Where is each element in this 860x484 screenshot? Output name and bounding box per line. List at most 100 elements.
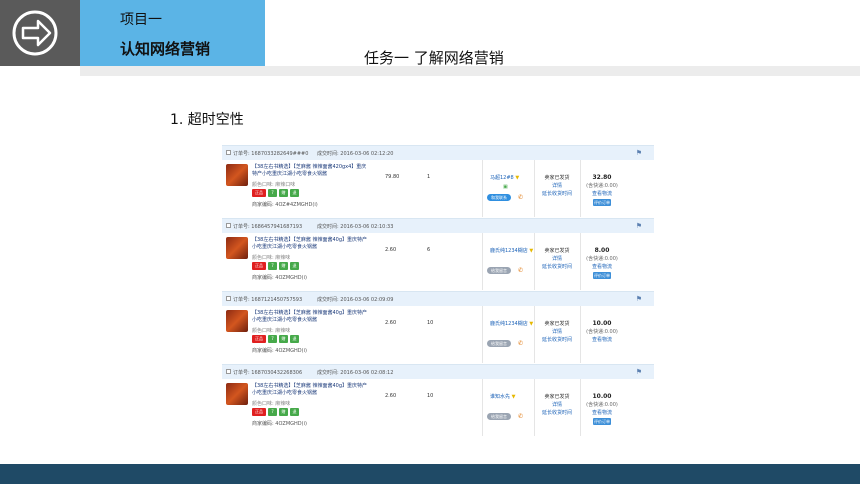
status-text: 卖家已发货 (544, 248, 570, 254)
buyer-label[interactable]: 谁知水先 (490, 394, 510, 400)
buyer-name[interactable]: 马超12#8 ▼ (490, 174, 519, 181)
column-divider (534, 160, 535, 217)
order-row: 订单号: 1687121450757593 成交时间: 2016-03-06 0… (222, 291, 654, 363)
order-checkbox[interactable] (226, 296, 231, 301)
unit-price: 2.60 (385, 393, 397, 399)
flag-icon[interactable]: ⚑ (636, 222, 642, 230)
logistics-link[interactable]: 查看物流 (582, 263, 622, 271)
buyer-label[interactable]: 马超12#8 (490, 175, 514, 181)
tag-genuine: 正品 (252, 408, 266, 416)
logistics-link[interactable]: 查看物流 (582, 409, 622, 417)
tag-return: 退 (290, 189, 299, 197)
column-divider (580, 233, 581, 290)
buyer-name[interactable]: 鹿氏纯1234糊店 ▼ (490, 247, 533, 254)
order-status: 卖家已发货 详情 延长收货时间 (537, 247, 577, 271)
total-amount: 8.00 (594, 247, 610, 254)
service-tags: 正品 7 赠 退 (252, 262, 299, 270)
order-status: 卖家已发货 详情 延长收货时间 (537, 320, 577, 344)
star-icon: ▼ (529, 248, 534, 254)
buyer-name[interactable]: 鹿氏纯1234糊店 ▼ (490, 320, 533, 327)
phone-icon[interactable]: ✆ (518, 413, 523, 420)
logistics-link[interactable]: 查看物流 (582, 190, 622, 198)
total-amount: 10.00 (592, 393, 612, 400)
product-name[interactable]: 【38左右书精选】【芝麻酱 辣辣面酱40g】重庆特产小吃重庆江湖小吃零食火锅酱 (252, 237, 370, 251)
product-thumbnail[interactable] (226, 164, 248, 186)
flag-icon[interactable]: ⚑ (636, 368, 642, 376)
order-checkbox[interactable] (226, 150, 231, 155)
order-total: 10.00 (含快递:0.00) 查看物流 评价订单 (582, 393, 622, 426)
arrow-right-circle-icon (12, 10, 58, 56)
flag-icon[interactable]: ⚑ (636, 149, 642, 157)
tag-seven-day: 7 (268, 408, 277, 416)
tag-seven-day: 7 (268, 262, 277, 270)
order-checkbox[interactable] (226, 223, 231, 228)
extend-receipt-link[interactable]: 延长收货时间 (537, 336, 577, 344)
product-thumbnail[interactable] (226, 237, 248, 259)
product-variant: 颜色口味: 麻辣味 (252, 328, 291, 334)
product-code: 商家编码: 4OZ#4ZMGHD(i) (252, 202, 318, 208)
star-icon: ▼ (515, 175, 520, 181)
unit-price: 2.60 (385, 320, 397, 326)
extend-receipt-link[interactable]: 延长收货时间 (537, 409, 577, 417)
column-divider (482, 160, 483, 217)
tag-genuine: 正品 (252, 262, 266, 270)
buyer-label[interactable]: 鹿氏纯1234糊店 (490, 321, 528, 327)
project-label: 项目一 (120, 12, 162, 28)
review-button[interactable]: 评价订单 (593, 272, 611, 279)
order-row: 订单号: 1686457941687193 成交时间: 2016-03-06 0… (222, 218, 654, 290)
details-link[interactable]: 详情 (537, 255, 577, 263)
product-name[interactable]: 【38左右书精选】【芝麻酱 辣辣面酱40g】重庆特产小吃重庆江湖小吃零食火锅酱 (252, 310, 370, 324)
order-time: 成交时间: 2016-03-06 02:08:12 (317, 370, 394, 376)
flag-icon[interactable]: ⚑ (636, 295, 642, 303)
contact-button[interactable]: 和我联系 (487, 194, 511, 201)
phone-icon[interactable]: ✆ (518, 267, 523, 274)
column-divider (580, 379, 581, 436)
quantity: 10 (427, 393, 434, 399)
extend-receipt-link[interactable]: 延长收货时间 (537, 190, 577, 198)
product-code: 商家编码: 4OZMGHD(i) (252, 275, 307, 281)
contact-button[interactable]: 给我留言 (487, 413, 511, 420)
review-button[interactable]: 评价订单 (593, 199, 611, 206)
section-title: 1. 超时空性 (170, 112, 244, 128)
unit-price: 79.80 (385, 174, 400, 180)
details-link[interactable]: 详情 (537, 401, 577, 409)
tag-return: 退 (290, 335, 299, 343)
shipping-note: (含快递:0.00) (586, 256, 618, 262)
contact-button[interactable]: 给我留言 (487, 340, 511, 347)
order-number: 订单号: 1687121450757593 (233, 297, 303, 303)
contact-button[interactable]: 给我留言 (487, 267, 511, 274)
chat-icon[interactable]: ▣ (503, 184, 508, 190)
status-text: 卖家已发货 (544, 175, 570, 181)
details-link[interactable]: 详情 (537, 328, 577, 336)
product-name[interactable]: 【38左右书精选】【芝麻酱 辣辣面酱420gx4】重庆特产小吃重庆江湖小吃零食火… (252, 164, 370, 178)
project-title: 认知网络营销 (120, 40, 211, 58)
order-row: 订单号: 1687030432268306 成交时间: 2016-03-06 0… (222, 364, 654, 436)
logistics-link[interactable]: 查看物流 (582, 336, 622, 344)
buyer-name[interactable]: 谁知水先 ▼ (490, 393, 515, 400)
phone-icon[interactable]: ✆ (518, 340, 523, 347)
order-checkbox[interactable] (226, 369, 231, 374)
status-text: 卖家已发货 (544, 321, 570, 327)
order-row: 订单号: 1687033282649###0 成交时间: 2016-03-06 … (222, 145, 654, 217)
order-header: 订单号: 1687121450757593 成交时间: 2016-03-06 0… (222, 292, 654, 306)
footer-bar (0, 464, 860, 484)
column-divider (482, 379, 483, 436)
buyer-label[interactable]: 鹿氏纯1234糊店 (490, 248, 528, 254)
status-text: 卖家已发货 (544, 394, 570, 400)
product-thumbnail[interactable] (226, 383, 248, 405)
product-thumbnail[interactable] (226, 310, 248, 332)
phone-icon[interactable]: ✆ (518, 194, 523, 201)
product-name[interactable]: 【38左右书精选】【芝麻酱 辣辣面酱40g】重庆特产小吃重庆江湖小吃零食火锅酱 (252, 383, 370, 397)
tag-return: 退 (290, 408, 299, 416)
review-button[interactable]: 评价订单 (593, 418, 611, 425)
product-code: 商家编码: 4OZMGHD(i) (252, 348, 307, 354)
project-box: 项目一 认知网络营销 (80, 0, 265, 66)
details-link[interactable]: 详情 (537, 182, 577, 190)
logo-box (0, 0, 80, 66)
extend-receipt-link[interactable]: 延长收货时间 (537, 263, 577, 271)
product-variant: 颜色口味: 麻辣口味 (252, 182, 296, 188)
order-time: 成交时间: 2016-03-06 02:12:20 (317, 151, 394, 157)
order-header: 订单号: 1687030432268306 成交时间: 2016-03-06 0… (222, 365, 654, 379)
total-amount: 32.80 (592, 174, 612, 181)
column-divider (534, 233, 535, 290)
